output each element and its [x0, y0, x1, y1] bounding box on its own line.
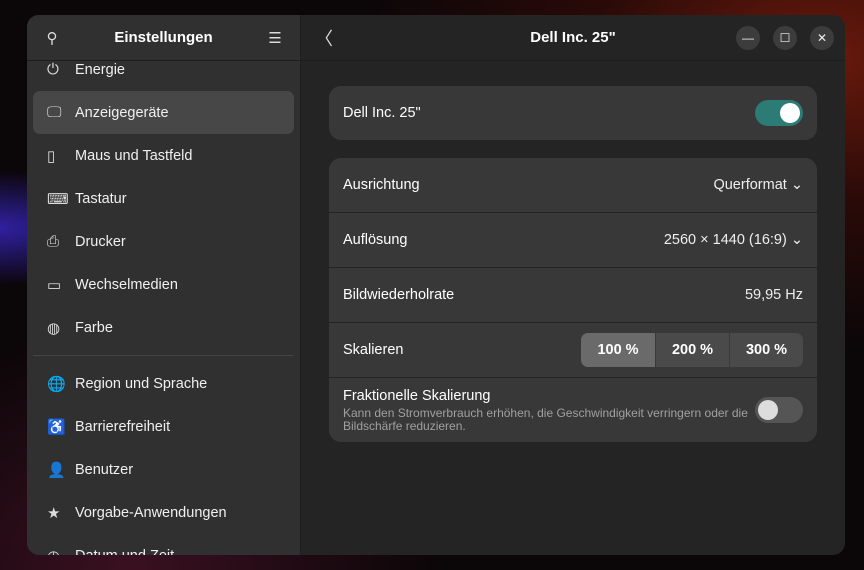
sidebar-item-wechselmedien[interactable]: ▭ Wechselmedien: [33, 263, 294, 306]
power-icon: ⏻: [47, 61, 59, 78]
resolution-label: Auflösung: [343, 232, 408, 248]
color-icon: ◍: [47, 319, 61, 337]
accessibility-icon: ♿: [47, 418, 66, 436]
sidebar-item-barrierefreiheit[interactable]: ♿ Barrierefreiheit: [33, 405, 294, 448]
sidebar-item-label: Benutzer: [75, 461, 134, 478]
display-icon: 🖵: [47, 104, 62, 121]
main-panel: 〈 Dell Inc. 25" — ☐ ✕ Dell Inc. 25" Ausr…: [301, 15, 845, 555]
fractional-label: Fraktionelle Skalierung: [343, 387, 491, 404]
refresh-row: Bildwiederholrate 59,95 Hz: [329, 268, 817, 323]
settings-window: ⚲ Einstellungen ☰ ⏻ Energie 🖵 Anzeigegeräte…: [27, 15, 845, 555]
sidebar-item-label: Farbe: [75, 319, 113, 336]
sidebar-list: ⏻ Energie 🖵 Anzeigegeräte ▯ Maus und Tastfeld…: [27, 48, 300, 555]
removable-media-icon: ▭: [47, 276, 62, 294]
users-icon: 👤: [47, 461, 66, 479]
orientation-value: Querformat: [713, 177, 787, 193]
orientation-row[interactable]: Ausrichtung Querformat ⌄: [329, 158, 817, 213]
sidebar-item-label: Anzeigegeräte: [75, 104, 169, 121]
search-icon[interactable]: ⚲: [41, 27, 63, 49]
resolution-value: 2560 × 1440 (16:9): [663, 232, 787, 248]
printer-icon: ⎙: [47, 233, 60, 250]
orientation-label: Ausrichtung: [343, 177, 420, 193]
monitor-row: Dell Inc. 25": [329, 86, 817, 140]
scale-200-button[interactable]: 200 %: [655, 333, 729, 367]
sidebar-item-tastatur[interactable]: ⌨ Tastatur: [33, 177, 294, 220]
keyboard-icon: ⌨: [47, 190, 69, 208]
menu-icon[interactable]: ☰: [264, 27, 286, 49]
fractional-row: Fraktionelle Skalierung Kann den Stromve…: [329, 378, 817, 442]
fractional-toggle[interactable]: [755, 397, 803, 423]
star-icon: ★: [47, 504, 61, 522]
sidebar-item-datum-und-zeit[interactable]: ◷Datum und Zeit: [33, 534, 294, 556]
monitor-toggle[interactable]: [755, 100, 803, 126]
sidebar-item-vorgabe-anwendungen[interactable]: ★ Vorgabe-Anwendungen: [33, 491, 294, 534]
sidebar-item-label: Wechselmedien: [75, 276, 178, 293]
sidebar-item-label: Energie: [75, 61, 125, 78]
clock-icon: ◷: [47, 547, 75, 556]
minimize-button[interactable]: —: [736, 26, 760, 50]
globe-icon: 🌐: [47, 375, 66, 393]
sidebar-item-maus-und-tastfeld[interactable]: ▯ Maus und Tastfeld: [33, 134, 294, 177]
sidebar-item-label: Barrierefreiheit: [75, 418, 171, 435]
chevron-down-icon: ⌄: [790, 177, 803, 193]
sidebar-item-label: Region und Sprache: [75, 375, 208, 392]
refresh-value: 59,95 Hz: [744, 287, 803, 303]
sidebar-item-label: Tastatur: [75, 190, 127, 207]
sidebar-title: Einstellungen: [114, 29, 213, 46]
sidebar-item-farbe[interactable]: ◍ Farbe: [33, 306, 294, 349]
page-title: Dell Inc. 25": [530, 29, 616, 46]
sidebar: ⚲ Einstellungen ☰ ⏻ Energie 🖵 Anzeigegeräte…: [27, 15, 301, 555]
scale-300-button[interactable]: 300 %: [729, 333, 803, 367]
scale-label: Skalieren: [343, 342, 404, 358]
sidebar-item-label: Vorgabe-Anwendungen: [75, 504, 227, 521]
resolution-row[interactable]: Auflösung 2560 × 1440 (16:9) ⌄: [329, 213, 817, 268]
maximize-button[interactable]: ☐: [773, 26, 797, 50]
monitor-label: Dell Inc. 25": [343, 105, 421, 121]
fractional-description: Kann den Stromverbrauch erhöhen, die Ges…: [343, 405, 748, 433]
refresh-label: Bildwiederholrate: [343, 287, 455, 303]
sidebar-item-label: Datum und Zeit: [75, 548, 174, 556]
scale-100-button[interactable]: 100 %: [581, 333, 655, 367]
scale-selector: 100 % 200 % 300 %: [581, 333, 803, 367]
sidebar-item-region-und-sprache[interactable]: 🌐 Region und Sprache: [33, 362, 294, 405]
sidebar-item-label: Drucker: [75, 233, 126, 250]
sidebar-item-label: Maus und Tastfeld: [75, 147, 193, 164]
sidebar-separator: [33, 355, 294, 356]
sidebar-item-benutzer[interactable]: 👤 Benutzer: [33, 448, 294, 491]
sidebar-item-anzeigegeräte[interactable]: 🖵 Anzeigegeräte: [33, 91, 294, 134]
sidebar-item-drucker[interactable]: ⎙ Drucker: [33, 220, 294, 263]
mouse-icon: ▯: [47, 147, 56, 165]
scale-row: Skalieren 100 % 200 % 300 %: [329, 323, 817, 378]
chevron-down-icon: ⌄: [790, 232, 803, 248]
close-button[interactable]: ✕: [810, 26, 834, 50]
